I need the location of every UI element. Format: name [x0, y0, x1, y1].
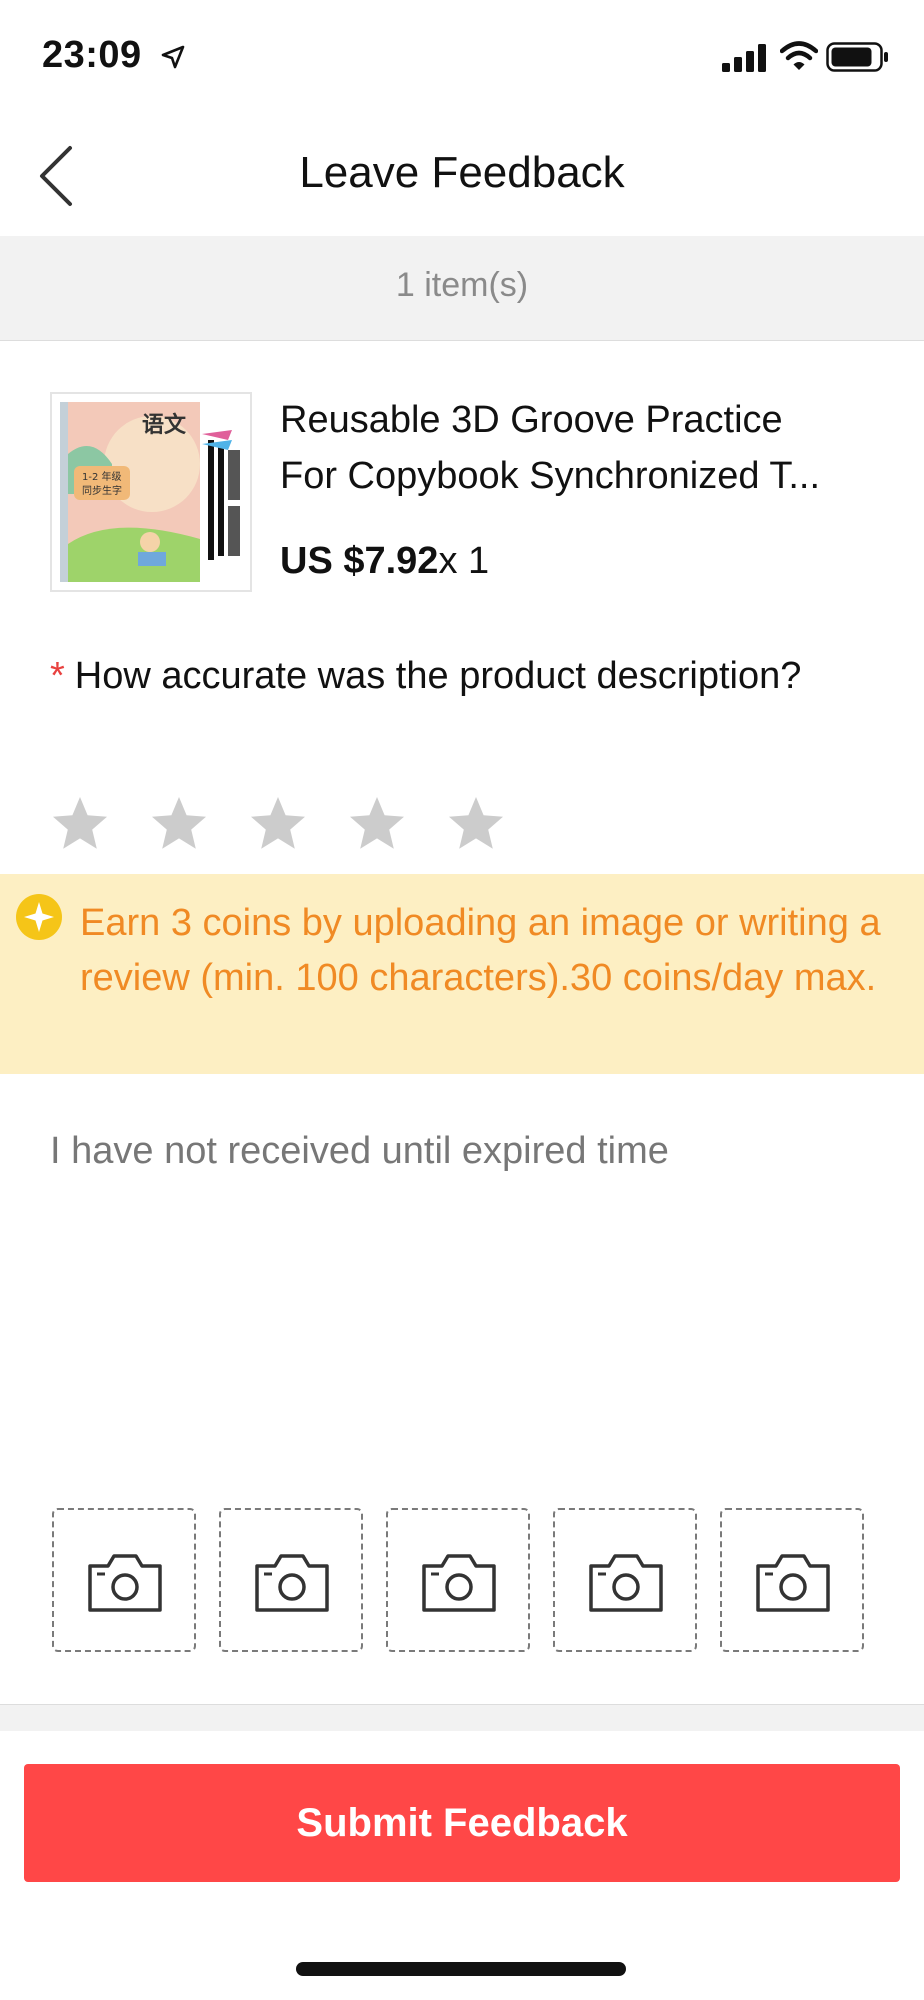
svg-text:语文: 语文: [142, 412, 187, 438]
product-thumbnail[interactable]: 语文 1-2 年级 同步生字: [50, 392, 252, 592]
coins-banner: Earn 3 coins by uploading an image or wr…: [0, 874, 924, 1074]
required-marker: *: [50, 655, 65, 697]
star-3-icon[interactable]: [248, 794, 308, 854]
home-indicator: [296, 1962, 626, 1976]
cellular-signal-icon: [722, 44, 766, 72]
product-image: 语文 1-2 年级 同步生字: [52, 394, 250, 590]
product-title-line-2: For Copybook Synchronized T...: [280, 455, 821, 497]
camera-icon: [255, 1554, 329, 1612]
product-price: US $7.92: [280, 540, 439, 582]
product-title-line-1: Reusable 3D Groove Practice: [280, 399, 783, 441]
location-arrow-icon: [161, 45, 185, 69]
product-quantity: x 1: [438, 540, 490, 582]
camera-icon: [589, 1554, 663, 1612]
coins-banner-text: Earn 3 coins by uploading an image or wr…: [80, 902, 881, 999]
photo-upload-slot-4[interactable]: [553, 1508, 697, 1652]
page-title: Leave Feedback: [299, 148, 625, 197]
star-1-icon[interactable]: [50, 794, 110, 854]
coin-star-icon: [16, 894, 62, 940]
question-text: How accurate was the product description…: [74, 655, 802, 697]
review-textarea[interactable]: I have not received until expired time: [50, 1124, 874, 1444]
photo-upload-slot-2[interactable]: [219, 1508, 363, 1652]
svg-text:1-2 年级: 1-2 年级: [82, 470, 122, 483]
wifi-icon: [780, 41, 818, 70]
camera-icon: [422, 1554, 496, 1612]
section-divider: [0, 1704, 924, 1731]
leave-feedback-screen: 23:09 Leave Feedback 1 item(s) 语文 1-2 年级…: [0, 0, 924, 2000]
items-count-band: 1 item(s): [0, 236, 924, 341]
svg-text:同步生字: 同步生字: [82, 484, 122, 497]
items-count: 1 item(s): [395, 266, 529, 304]
status-time: 23:09: [42, 34, 142, 76]
submit-feedback-button[interactable]: Submit Feedback: [24, 1764, 900, 1882]
photo-upload-slot-3[interactable]: [386, 1508, 530, 1652]
star-4-icon[interactable]: [347, 794, 407, 854]
header: Leave Feedback: [0, 112, 924, 236]
accuracy-question: * How accurate was the product descriptio…: [50, 648, 870, 704]
photo-upload-slot-5[interactable]: [720, 1508, 864, 1652]
photo-upload-slot-1[interactable]: [52, 1508, 196, 1652]
product-price-row: US $7.92x 1: [280, 540, 489, 583]
product-title[interactable]: Reusable 3D Groove Practice For Copybook…: [280, 392, 890, 504]
camera-icon: [88, 1554, 162, 1612]
star-2-icon[interactable]: [149, 794, 209, 854]
status-bar: 23:09: [0, 0, 924, 112]
star-5-icon[interactable]: [446, 794, 506, 854]
battery-icon: [826, 42, 888, 72]
camera-icon: [756, 1554, 830, 1612]
